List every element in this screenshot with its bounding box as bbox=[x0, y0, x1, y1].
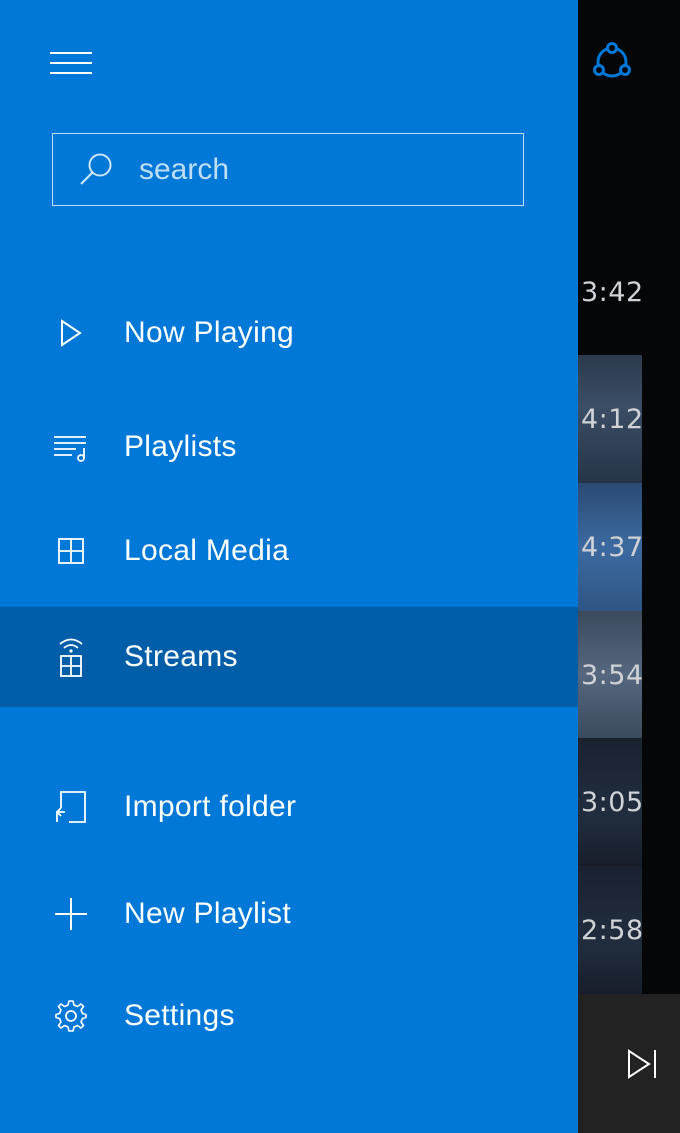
search-input[interactable] bbox=[137, 151, 501, 188]
track-duration: 2:58 bbox=[581, 914, 644, 946]
share-icon bbox=[593, 42, 631, 78]
navigation-pane: Now Playing Playlists Local Media bbox=[0, 0, 578, 1133]
gear-icon bbox=[55, 1000, 87, 1032]
track-duration: 4:12 bbox=[581, 403, 644, 435]
track-duration: 4:37 bbox=[581, 531, 644, 563]
nav-item-label: Local Media bbox=[124, 534, 290, 567]
next-track-button[interactable] bbox=[624, 1046, 660, 1082]
nav-item-streams[interactable]: Streams bbox=[0, 607, 578, 707]
nav-item-now-playing[interactable]: Now Playing bbox=[0, 283, 578, 383]
track-duration: 3:54 bbox=[581, 659, 644, 691]
playlist-icon bbox=[54, 436, 86, 462]
track-duration: 3:05 bbox=[581, 786, 644, 818]
hamburger-icon bbox=[50, 52, 92, 54]
nav-item-local-media[interactable]: Local Media bbox=[0, 501, 578, 601]
nav-item-label: New Playlist bbox=[124, 897, 291, 930]
streams-icon bbox=[59, 638, 83, 677]
share-button[interactable] bbox=[588, 38, 636, 86]
hamburger-icon-bar bbox=[50, 62, 92, 64]
track-row[interactable]: 4:12 bbox=[578, 355, 644, 483]
track-row[interactable]: 3:05 bbox=[578, 738, 644, 866]
search-icon bbox=[80, 153, 112, 185]
track-row[interactable]: 3:54 bbox=[578, 611, 644, 739]
track-row[interactable]: 4:37 bbox=[578, 483, 644, 611]
import-folder-button[interactable]: Import folder bbox=[0, 757, 578, 857]
settings-button[interactable]: Settings bbox=[0, 966, 578, 1066]
play-icon bbox=[61, 319, 82, 347]
content-area: 3:42 4:12 4:37 3:54 3:05 2:58 bbox=[578, 0, 680, 1133]
nav-item-label: Playlists bbox=[124, 430, 237, 463]
skip-next-icon bbox=[628, 1049, 656, 1079]
track-duration: 3:42 bbox=[581, 276, 644, 308]
hamburger-icon-bar bbox=[50, 72, 92, 74]
nav-item-label: Streams bbox=[124, 640, 238, 673]
new-playlist-button[interactable]: New Playlist bbox=[0, 864, 578, 964]
search-box bbox=[52, 133, 524, 206]
plus-icon bbox=[55, 898, 87, 930]
nav-item-label: Import folder bbox=[124, 790, 297, 823]
hamburger-menu-button[interactable] bbox=[40, 40, 102, 86]
nav-item-label: Settings bbox=[124, 999, 235, 1032]
track-row[interactable]: 2:58 bbox=[578, 866, 644, 994]
player-bar bbox=[578, 994, 680, 1133]
nav-item-label: Now Playing bbox=[124, 316, 295, 349]
import-folder-icon bbox=[55, 791, 86, 823]
track-row[interactable]: 3:42 bbox=[578, 228, 644, 356]
nav-item-playlists[interactable]: Playlists bbox=[0, 397, 578, 497]
grid-icon bbox=[58, 538, 84, 564]
